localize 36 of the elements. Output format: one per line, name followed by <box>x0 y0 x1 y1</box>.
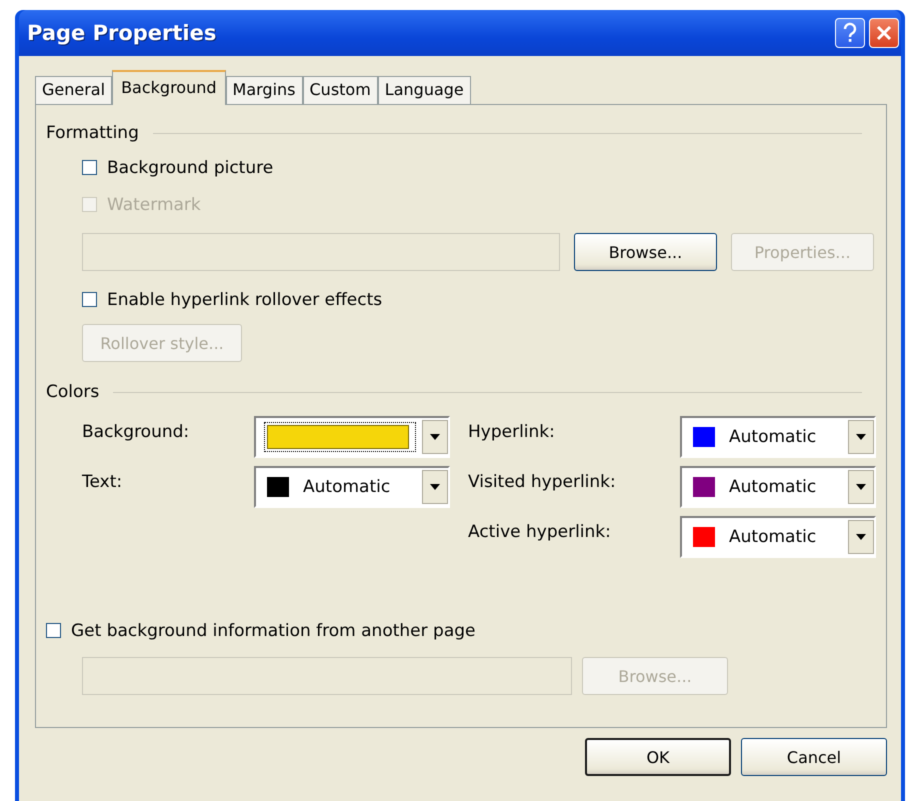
checkbox-label: Watermark <box>107 194 201 214</box>
checkbox[interactable] <box>82 292 97 307</box>
tab[interactable]: General <box>35 76 112 104</box>
color-dropdown[interactable] <box>254 416 450 458</box>
checkbox-label: Enable hyperlink rollover effects <box>107 290 382 310</box>
help-button[interactable] <box>835 18 865 48</box>
group-title: Colors <box>46 382 100 402</box>
color-label: Active hyperlink: <box>468 521 612 542</box>
tab[interactable]: Custom <box>302 76 378 104</box>
color-value: Automatic <box>728 477 818 497</box>
color-label: Visited hyperlink: <box>468 471 617 492</box>
tab[interactable]: Background <box>112 70 226 105</box>
color-dropdown[interactable]: Automatic <box>254 466 450 508</box>
close-icon <box>876 25 892 41</box>
color-label: Hyperlink: <box>468 421 556 442</box>
checkbox-label: Background picture <box>107 158 274 178</box>
window-title: Page Properties <box>27 21 218 45</box>
checkbox-label: Get background information from another page <box>71 620 476 640</box>
color-dropdown[interactable]: Automatic <box>680 466 876 508</box>
color-value: Automatic <box>728 427 818 447</box>
browse-button[interactable]: Browse... <box>574 233 717 271</box>
close-button[interactable] <box>869 18 899 48</box>
group-title: Formatting <box>46 123 139 143</box>
color-dropdown[interactable]: Automatic <box>680 516 876 558</box>
question-mark-icon <box>842 22 858 44</box>
color-dropdown[interactable]: Automatic <box>680 416 876 458</box>
checkbox[interactable] <box>46 623 61 638</box>
ok-button[interactable]: OK <box>585 738 731 776</box>
tab[interactable]: Margins <box>226 76 302 104</box>
color-value: Automatic <box>728 527 818 547</box>
color-label: Text: <box>82 471 124 492</box>
color-label: Background: <box>82 421 190 442</box>
cancel-button[interactable]: Cancel <box>741 738 887 776</box>
tab[interactable]: Language <box>378 76 471 104</box>
checkbox[interactable] <box>82 160 97 175</box>
color-value: Automatic <box>302 477 392 497</box>
